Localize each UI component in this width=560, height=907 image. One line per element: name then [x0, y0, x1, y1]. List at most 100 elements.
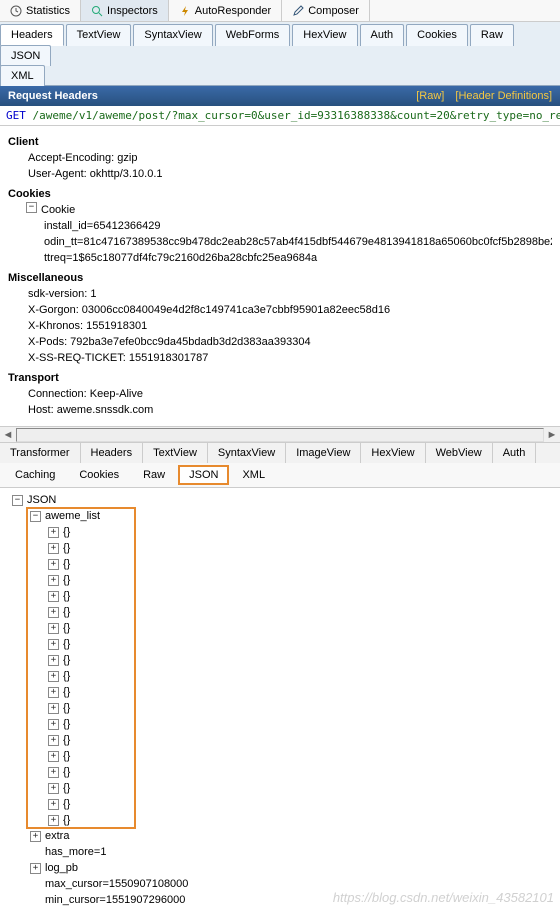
json-aweme-item[interactable]: +{}: [4, 604, 560, 620]
json-aweme-item[interactable]: +{}: [4, 652, 560, 668]
expand-toggle[interactable]: +: [48, 527, 59, 538]
header-item[interactable]: Host: aweme.snssdk.com: [28, 402, 552, 418]
expand-toggle[interactable]: +: [48, 639, 59, 650]
expand-toggle[interactable]: +: [48, 607, 59, 618]
request-tab-raw[interactable]: Raw: [470, 24, 514, 46]
request-tab-syntaxview[interactable]: SyntaxView: [133, 24, 212, 46]
json-aweme-item[interactable]: +{}: [4, 540, 560, 556]
header-item[interactable]: Connection: Keep-Alive: [28, 386, 552, 402]
expand-toggle[interactable]: +: [48, 623, 59, 634]
json-max-cursor[interactable]: max_cursor=1550907108000: [4, 876, 560, 892]
expand-toggle[interactable]: −: [30, 511, 41, 522]
expand-toggle[interactable]: +: [48, 671, 59, 682]
json-aweme-item[interactable]: +{}: [4, 556, 560, 572]
expand-toggle[interactable]: −: [12, 495, 23, 506]
json-aweme-item[interactable]: +{}: [4, 812, 560, 828]
cookie-item[interactable]: odin_tt=81c47167389538cc9b478dc2eab28c57…: [44, 234, 552, 250]
request-tab-xml[interactable]: XML: [0, 65, 45, 86]
json-aweme-list[interactable]: −aweme_list: [4, 508, 560, 524]
json-root[interactable]: −JSON: [4, 492, 560, 508]
expand-toggle[interactable]: +: [48, 559, 59, 570]
json-aweme-item[interactable]: +{}: [4, 636, 560, 652]
horizontal-scrollbar[interactable]: ◄ ►: [0, 426, 560, 442]
response-tab-webview[interactable]: WebView: [426, 443, 493, 463]
request-tab-json[interactable]: JSON: [0, 45, 51, 66]
expand-toggle[interactable]: +: [48, 815, 59, 826]
header-item[interactable]: X-Gorgon: 03006cc0840049e4d2f8c149741ca3…: [28, 302, 552, 318]
expand-toggle[interactable]: +: [48, 767, 59, 778]
expand-toggle[interactable]: +: [48, 591, 59, 602]
request-tab-cookies[interactable]: Cookies: [406, 24, 468, 46]
request-headers-title: Request Headers: [8, 90, 98, 102]
response-subtab-cookies[interactable]: Cookies: [68, 465, 130, 485]
json-aweme-item[interactable]: +{}: [4, 524, 560, 540]
expand-toggle[interactable]: +: [48, 655, 59, 666]
request-tab-webforms[interactable]: WebForms: [215, 24, 291, 46]
response-subtab-caching[interactable]: Caching: [4, 465, 66, 485]
expand-toggle[interactable]: +: [48, 783, 59, 794]
json-aweme-item[interactable]: +{}: [4, 668, 560, 684]
scroll-right-icon[interactable]: ►: [544, 429, 560, 441]
response-tab-transformer[interactable]: Transformer: [0, 443, 81, 463]
expand-toggle[interactable]: +: [30, 831, 41, 842]
expand-toggle[interactable]: +: [48, 751, 59, 762]
response-tab-syntaxview[interactable]: SyntaxView: [208, 443, 286, 463]
json-aweme-item[interactable]: +{}: [4, 572, 560, 588]
expand-toggle[interactable]: +: [48, 687, 59, 698]
json-aweme-item[interactable]: +{}: [4, 732, 560, 748]
expand-toggle[interactable]: +: [48, 575, 59, 586]
response-tab-auth[interactable]: Auth: [493, 443, 537, 463]
expand-toggle[interactable]: +: [48, 719, 59, 730]
response-tab-textview[interactable]: TextView: [143, 443, 208, 463]
request-tab-hexview[interactable]: HexView: [292, 24, 357, 46]
response-subtab-xml[interactable]: XML: [231, 465, 276, 485]
response-subtab-raw[interactable]: Raw: [132, 465, 176, 485]
json-aweme-item[interactable]: +{}: [4, 764, 560, 780]
json-aweme-item[interactable]: +{}: [4, 716, 560, 732]
cookie-node[interactable]: Cookie: [41, 202, 75, 218]
response-subtab-json[interactable]: JSON: [178, 465, 229, 485]
tab-autoresponder[interactable]: AutoResponder: [169, 0, 282, 21]
request-headers-bar: Request Headers [Raw] [Header Definition…: [0, 86, 560, 106]
header-definitions-link[interactable]: [Header Definitions]: [455, 90, 552, 102]
request-tab-textview[interactable]: TextView: [66, 24, 132, 46]
raw-link[interactable]: [Raw]: [416, 90, 444, 102]
response-tab-headers[interactable]: Headers: [81, 443, 144, 463]
header-item[interactable]: X-Khronos: 1551918301: [28, 318, 552, 334]
cookie-item[interactable]: ttreq=1$65c18077df4fc79c2160d26ba28cbfc2…: [44, 250, 552, 266]
header-item[interactable]: User-Agent: okhttp/3.10.0.1: [28, 166, 552, 182]
expand-toggle[interactable]: +: [48, 703, 59, 714]
cookie-item[interactable]: install_id=65412366429: [44, 218, 552, 234]
request-url-bar[interactable]: GET /aweme/v1/aweme/post/?max_cursor=0&u…: [0, 106, 560, 126]
expand-toggle[interactable]: +: [30, 863, 41, 874]
json-aweme-item[interactable]: +{}: [4, 780, 560, 796]
tab-statistics[interactable]: Statistics: [0, 0, 81, 21]
scroll-track[interactable]: [16, 428, 544, 442]
tab-composer[interactable]: Composer: [282, 0, 370, 21]
json-aweme-item[interactable]: +{}: [4, 620, 560, 636]
expand-toggle[interactable]: +: [48, 543, 59, 554]
expand-toggle[interactable]: −: [26, 202, 37, 213]
json-aweme-item[interactable]: +{}: [4, 588, 560, 604]
json-extra[interactable]: +extra: [4, 828, 560, 844]
json-aweme-item[interactable]: +{}: [4, 748, 560, 764]
request-tab-headers[interactable]: Headers: [0, 24, 64, 46]
group-client: Client: [8, 134, 552, 150]
request-tab-auth[interactable]: Auth: [360, 24, 405, 46]
header-item[interactable]: X-Pods: 792ba3e7efe0bcc9da45bdadb3d2d383…: [28, 334, 552, 350]
header-item[interactable]: Accept-Encoding: gzip: [28, 150, 552, 166]
response-tab-imageview[interactable]: ImageView: [286, 443, 361, 463]
expand-toggle[interactable]: +: [48, 799, 59, 810]
header-item[interactable]: X-SS-REQ-TICKET: 1551918301787: [28, 350, 552, 366]
header-item[interactable]: sdk-version: 1: [28, 286, 552, 302]
json-aweme-item[interactable]: +{}: [4, 796, 560, 812]
json-min-cursor[interactable]: min_cursor=1551907296000: [4, 892, 560, 907]
json-log-pb[interactable]: +log_pb: [4, 860, 560, 876]
scroll-left-icon[interactable]: ◄: [0, 429, 16, 441]
response-tab-hexview[interactable]: HexView: [361, 443, 425, 463]
expand-toggle[interactable]: +: [48, 735, 59, 746]
json-aweme-item[interactable]: +{}: [4, 684, 560, 700]
json-has-more[interactable]: has_more=1: [4, 844, 560, 860]
tab-inspectors[interactable]: Inspectors: [81, 0, 169, 21]
json-aweme-item[interactable]: +{}: [4, 700, 560, 716]
